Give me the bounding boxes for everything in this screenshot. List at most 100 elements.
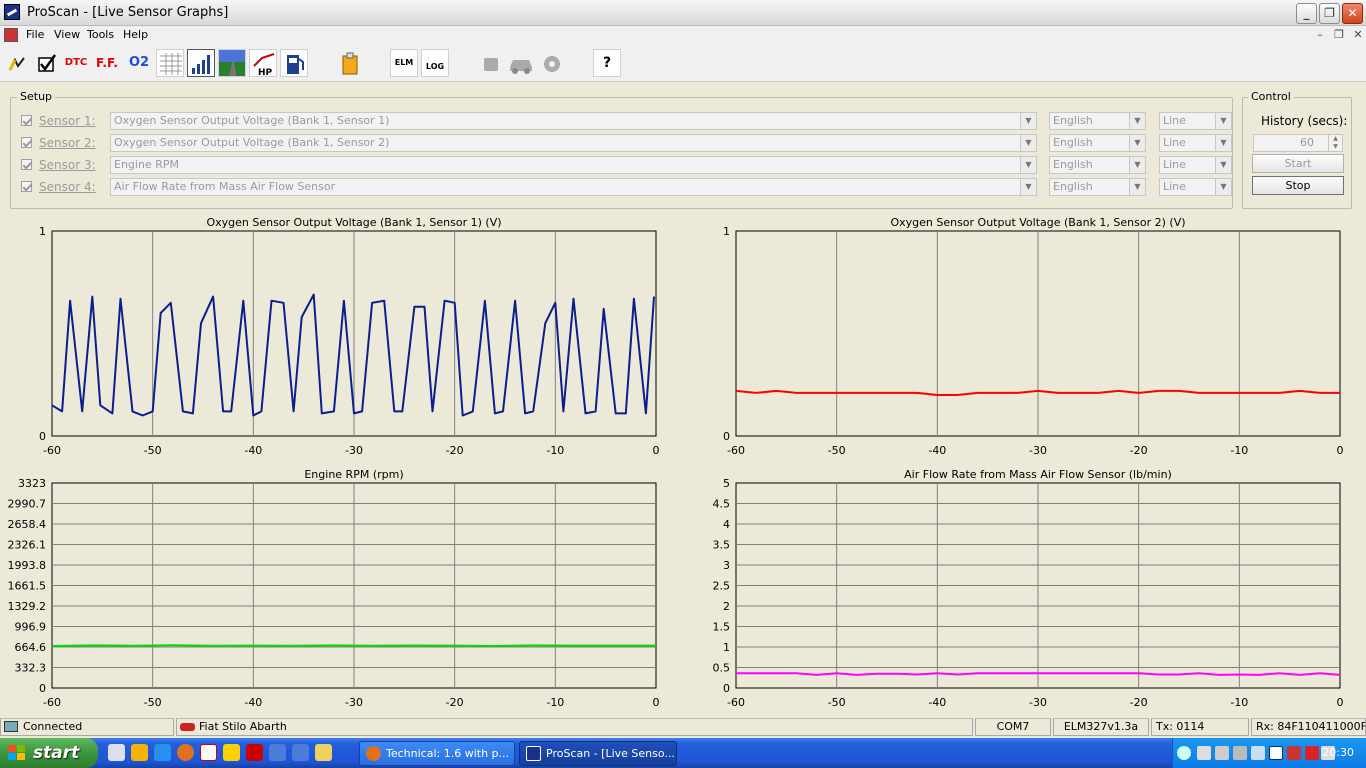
tray-expand-icon[interactable]: [1177, 746, 1191, 760]
log-button[interactable]: LOG: [421, 49, 449, 77]
y-tick-label: 1: [723, 225, 730, 238]
quicklaunch-desktop-icon[interactable]: [108, 744, 125, 761]
mdi-close-button[interactable]: ✕: [1350, 27, 1366, 43]
menu-view[interactable]: View: [54, 28, 80, 41]
dtc-button[interactable]: DTC: [62, 49, 90, 77]
fuel-icon: [287, 55, 304, 74]
connect-icon: [8, 57, 25, 71]
oxygen-sensor-button[interactable]: O2: [125, 49, 153, 77]
x-tick-label: -10: [546, 444, 564, 457]
quicklaunch-ie-icon[interactable]: [154, 744, 171, 761]
sensor-1-label: Sensor 1:: [39, 114, 96, 128]
sensor-2-style-select[interactable]: Line ▼: [1159, 134, 1232, 152]
menu-bar: File View Tools Help – ❐ ✕: [0, 26, 1366, 44]
wifi-icon[interactable]: [1233, 746, 1247, 760]
history-label: History (secs):: [1261, 114, 1348, 128]
x-tick-label: -20: [446, 696, 464, 709]
y-tick-label: 0: [39, 682, 46, 695]
sensor-4-pid-select[interactable]: Air Flow Rate from Mass Air Flow Sensor ▼: [110, 178, 1037, 196]
start-button[interactable]: Start: [1252, 154, 1344, 173]
x-tick-label: -10: [1230, 444, 1248, 457]
sensor-4-style-select[interactable]: Line ▼: [1159, 178, 1232, 196]
sensor-2-pid-select[interactable]: Oxygen Sensor Output Voltage (Bank 1, Se…: [110, 134, 1037, 152]
settings-icon: [544, 56, 560, 72]
freeze-frame-button[interactable]: F.F.: [93, 49, 121, 77]
sensor-3-checkbox[interactable]: [21, 159, 32, 170]
chevron-down-icon: ▼: [1129, 179, 1145, 195]
sensor-3-pid-select[interactable]: Engine RPM ▼: [110, 156, 1037, 174]
quicklaunch-messenger-icon[interactable]: [131, 744, 148, 761]
sensor-1-style-select[interactable]: Line ▼: [1159, 112, 1232, 130]
sensor-1-pid-select[interactable]: Oxygen Sensor Output Voltage (Bank 1, Se…: [110, 112, 1037, 130]
sensor-4-units-select[interactable]: English ▼: [1049, 178, 1146, 196]
task-firefox[interactable]: Technical: 1.6 with p...: [359, 741, 515, 766]
update-icon[interactable]: [1305, 746, 1319, 760]
quicklaunch-firefox-icon[interactable]: [177, 744, 194, 761]
car-button[interactable]: [506, 49, 534, 77]
sensor-2-style-value: Line: [1163, 136, 1186, 149]
port-panel: COM7: [975, 718, 1051, 736]
close-button[interactable]: ✕: [1342, 3, 1363, 24]
quicklaunch-network2-icon[interactable]: [292, 744, 309, 761]
spin-up-icon[interactable]: ▲: [1328, 135, 1342, 143]
menu-file[interactable]: File: [26, 28, 44, 41]
engine-button[interactable]: [476, 49, 504, 77]
bluetooth-icon[interactable]: [1215, 746, 1229, 760]
sensor-1-units-select[interactable]: English ▼: [1049, 112, 1146, 130]
sensor-3-style-select[interactable]: Line ▼: [1159, 156, 1232, 174]
history-input[interactable]: 60 ▲ ▼: [1253, 134, 1343, 152]
security-icon[interactable]: [1287, 746, 1301, 760]
start-button[interactable]: start: [0, 738, 98, 768]
connect-button[interactable]: [2, 49, 30, 77]
setup-group: Setup Sensor 1: Oxygen Sensor Output Vol…: [10, 90, 1233, 209]
network-icon[interactable]: [1197, 746, 1211, 760]
settings-button[interactable]: [537, 49, 565, 77]
menu-help[interactable]: Help: [123, 28, 148, 41]
x-tick-label: -30: [345, 696, 363, 709]
menu-tools[interactable]: Tools: [87, 28, 114, 41]
chart-4: -60 -50 -40 -30 -20 -10 0 0 0.5 1 1.5 2 2.5 3 3.5 4 4.5 5: [713, 477, 1344, 709]
sensor-1-checkbox[interactable]: [21, 115, 32, 126]
quicklaunch-folder-icon[interactable]: [315, 744, 332, 761]
sensor-2-checkbox[interactable]: [21, 137, 32, 148]
horsepower-button[interactable]: HP: [249, 49, 277, 77]
quicklaunch-linux-icon[interactable]: [223, 744, 240, 761]
connection-status-panel: Connected: [0, 718, 174, 736]
svg-text:HP: HP: [258, 68, 273, 77]
report-button[interactable]: [335, 49, 363, 77]
graph-view-button[interactable]: [187, 49, 215, 77]
vehicle-panel: Fiat Stilo Abarth: [176, 718, 973, 736]
check-icon: [38, 54, 57, 72]
minimize-button[interactable]: _: [1296, 3, 1317, 24]
sensor-3-units-select[interactable]: English ▼: [1049, 156, 1146, 174]
proscan-app-icon[interactable]: [4, 4, 20, 20]
fuel-button[interactable]: [280, 49, 308, 77]
y-tick-label: 2658.4: [8, 518, 47, 531]
maximize-button[interactable]: ❐: [1319, 3, 1340, 24]
engine-icon: [484, 58, 498, 71]
sensor-2-units-select[interactable]: English ▼: [1049, 134, 1146, 152]
volume-icon[interactable]: [1251, 746, 1265, 760]
window-title: ProScan - [Live Sensor Graphs]: [27, 5, 229, 20]
sensor-4-checkbox[interactable]: [21, 181, 32, 192]
y-tick-label: 1661.5: [8, 580, 47, 593]
chart-2: -60 -50 -40 -30 -20 -10 0 0 1: [723, 225, 1344, 457]
chevron-down-icon: ▼: [1020, 179, 1036, 195]
table-view-button[interactable]: [156, 49, 184, 77]
mdi-minimize-button[interactable]: –: [1312, 27, 1328, 43]
quicklaunch-network-icon[interactable]: [269, 744, 286, 761]
help-button[interactable]: ?: [593, 49, 621, 77]
log-icon: LOG: [425, 62, 445, 71]
mdi-child-icon[interactable]: [4, 28, 18, 42]
elm-button[interactable]: ELM: [390, 49, 418, 77]
mdi-restore-button[interactable]: ❐: [1331, 27, 1347, 43]
quicklaunch-filezilla-icon[interactable]: [246, 744, 263, 761]
road-test-button[interactable]: [218, 49, 246, 77]
task-proscan[interactable]: ProScan - [Live Senso...: [519, 741, 677, 766]
stop-button[interactable]: Stop: [1252, 176, 1344, 195]
check-button[interactable]: [32, 49, 60, 77]
antivirus-icon[interactable]: [1269, 746, 1283, 760]
quicklaunch-vlc-icon[interactable]: [200, 744, 217, 761]
sensor-4-style-value: Line: [1163, 180, 1186, 193]
spin-down-icon[interactable]: ▼: [1328, 143, 1342, 151]
